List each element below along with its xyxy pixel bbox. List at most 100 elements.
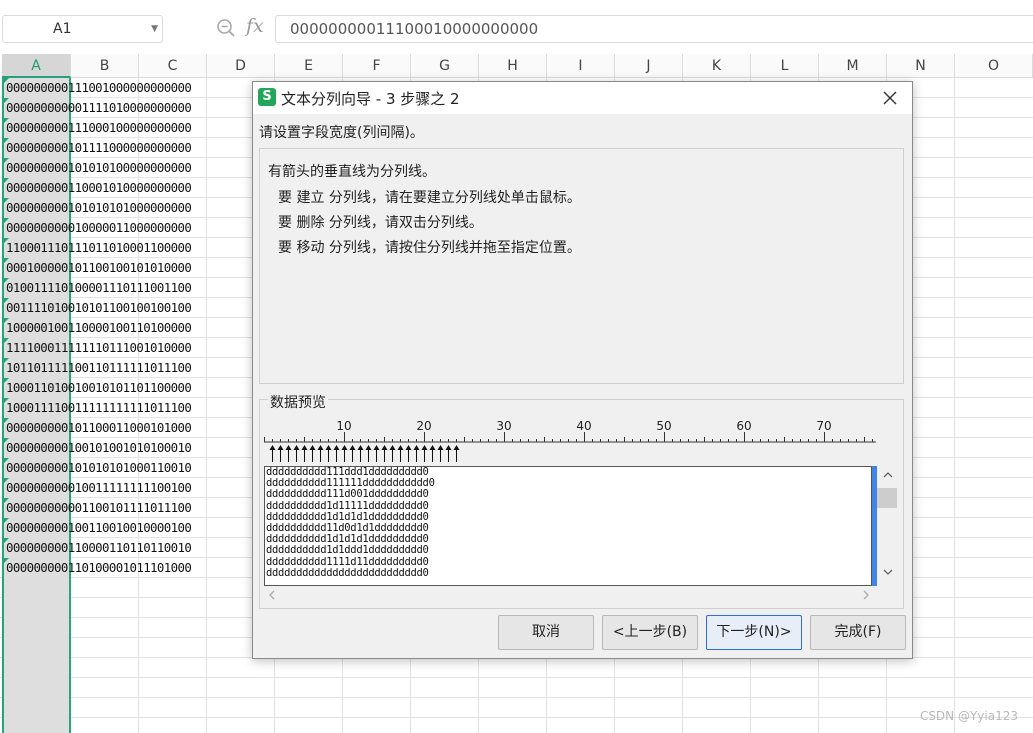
table-row[interactable]: 000000000111000100000000000 bbox=[2, 118, 212, 138]
table-row[interactable]: 000000000110001010000000000 bbox=[2, 178, 212, 198]
error-marker-icon bbox=[4, 498, 9, 503]
error-marker-icon bbox=[4, 298, 9, 303]
column-header-g[interactable]: G bbox=[411, 54, 479, 78]
info-line-3: 要 删除 分列线，请双击分列线。 bbox=[278, 215, 483, 231]
cell-value: 000000000100101001010100010 bbox=[6, 440, 192, 455]
column-header-i[interactable]: I bbox=[547, 54, 615, 78]
table-row[interactable]: 100011010010010101101100000 bbox=[2, 378, 212, 398]
table-row[interactable]: 000000000101010101000110010 bbox=[2, 458, 212, 478]
table-row[interactable]: 000000000110000110110110010 bbox=[2, 538, 212, 558]
cell-value: 100000100110000100110100000 bbox=[6, 320, 192, 335]
vertical-scroll-thumb[interactable] bbox=[877, 488, 897, 508]
table-row[interactable]: 000000000101010100000000000 bbox=[2, 158, 212, 178]
chevron-down-icon[interactable]: ▼ bbox=[151, 16, 158, 42]
text-to-columns-dialog: S 文本分列向导 - 3 步骤之 2 请设置字段宽度(列间隔)。 有箭头的垂直线… bbox=[252, 81, 913, 659]
column-header-b[interactable]: B bbox=[71, 54, 139, 78]
close-icon[interactable] bbox=[878, 86, 902, 110]
table-row[interactable]: 000000000001100101111011100 bbox=[2, 498, 212, 518]
error-marker-icon bbox=[4, 198, 9, 203]
cell-value: 000000000110000110110110010 bbox=[6, 540, 192, 555]
split-arrow-icon bbox=[397, 445, 404, 450]
dialog-title: 文本分列向导 - 3 步骤之 2 bbox=[281, 90, 460, 108]
table-row[interactable]: 000000000100110010010000100 bbox=[2, 518, 212, 538]
error-marker-icon bbox=[4, 98, 9, 103]
vertical-scrollbar[interactable] bbox=[877, 466, 901, 586]
column-header-o[interactable]: O bbox=[955, 54, 1033, 78]
back-button[interactable]: <上一步(B) bbox=[602, 615, 698, 650]
cell-value: 010011110100001110111001100 bbox=[6, 280, 192, 295]
column-header-l[interactable]: L bbox=[751, 54, 819, 78]
table-row[interactable]: 101101111100110111111011100 bbox=[2, 358, 212, 378]
next-button[interactable]: 下一步(N)> bbox=[706, 615, 802, 650]
preview-line: dddddddddd111d001ddddddddd0 bbox=[266, 488, 429, 501]
error-marker-icon bbox=[4, 118, 9, 123]
table-row[interactable]: 100011110011111111111011100 bbox=[2, 398, 212, 418]
preview-data-box[interactable]: dddddddddd111ddd1ddddddddd0 dddddddddd111… bbox=[264, 466, 872, 586]
column-header-j[interactable]: J bbox=[615, 54, 683, 78]
cancel-button[interactable]: 取消 bbox=[498, 615, 594, 650]
table-row[interactable]: 000000000010000011000000000 bbox=[2, 218, 212, 238]
table-row[interactable]: 010011110100001110111001100 bbox=[2, 278, 212, 298]
column-header-f[interactable]: F bbox=[343, 54, 411, 78]
error-marker-icon bbox=[4, 278, 9, 283]
split-arrow-icon bbox=[381, 445, 388, 450]
preview-label: 数据预览 bbox=[268, 392, 328, 412]
ruler-label: 20 bbox=[416, 419, 431, 433]
name-box[interactable]: A1 ▼ bbox=[2, 15, 163, 43]
split-arrow-icon bbox=[429, 445, 436, 450]
table-row[interactable]: 000000000111001000000000000 bbox=[2, 78, 212, 98]
horizontal-scrollbar[interactable] bbox=[264, 586, 876, 604]
table-row[interactable]: 000000000010011111111100100 bbox=[2, 478, 212, 498]
column-header-c[interactable]: C bbox=[139, 54, 207, 78]
chevron-up-icon bbox=[883, 472, 893, 478]
table-row[interactable]: 111100011111110111001010000 bbox=[2, 338, 212, 358]
cell-value: 000000000111000100000000000 bbox=[6, 120, 192, 135]
table-row[interactable]: 100000100110000100110100000 bbox=[2, 318, 212, 338]
split-arrow-icon bbox=[341, 445, 348, 450]
table-row[interactable]: 000000000110100001011101000 bbox=[2, 558, 212, 578]
split-arrow-icon bbox=[293, 445, 300, 450]
column-header-e[interactable]: E bbox=[275, 54, 343, 78]
error-marker-icon bbox=[4, 438, 9, 443]
table-row[interactable]: 000000000101100011000101000 bbox=[2, 418, 212, 438]
cell-value: 000000000101010101000000000 bbox=[6, 200, 192, 215]
table-row[interactable]: 110001110111011010001100000 bbox=[2, 238, 212, 258]
table-row[interactable]: 001111010010101100100100100 bbox=[2, 298, 212, 318]
chevron-right-icon bbox=[863, 590, 869, 600]
column-header-a[interactable]: A bbox=[2, 54, 71, 78]
fx-icon[interactable]: fx bbox=[246, 15, 264, 37]
split-arrow-icon bbox=[453, 445, 460, 450]
error-marker-icon bbox=[4, 558, 9, 563]
split-arrow-icon bbox=[421, 445, 428, 450]
finish-button[interactable]: 完成(F) bbox=[810, 615, 906, 650]
split-arrow-icon bbox=[349, 445, 356, 450]
cell-value: 000000000110100001011101000 bbox=[6, 560, 192, 575]
zoom-icon[interactable] bbox=[216, 18, 236, 38]
column-header-k[interactable]: K bbox=[683, 54, 751, 78]
column-ruler[interactable]: 10 20 30 40 50 60 70 bbox=[264, 418, 876, 464]
table-row[interactable]: 000000000100101001010100010 bbox=[2, 438, 212, 458]
formula-input[interactable]: 00000000011100010000000000 bbox=[275, 15, 1033, 43]
app-logo-icon: S bbox=[258, 88, 276, 106]
split-arrow-icon bbox=[317, 445, 324, 450]
ruler-label: 50 bbox=[656, 419, 671, 433]
error-marker-icon bbox=[4, 158, 9, 163]
column-header-n[interactable]: N bbox=[887, 54, 955, 78]
table-row[interactable]: 000000000101010101000000000 bbox=[2, 198, 212, 218]
cell-value: 000000000111001000000000000 bbox=[6, 80, 192, 95]
preview-lines: dddddddddd111ddd1ddddddddd0 dddddddddd111… bbox=[265, 467, 871, 579]
cell-value: 000000000110001010000000000 bbox=[6, 180, 192, 195]
table-row[interactable]: 000000000001111010000000000 bbox=[2, 98, 212, 118]
cell-value: 000000000101010100000000000 bbox=[6, 160, 192, 175]
watermark: CSDN @Yyia123 bbox=[919, 709, 1018, 723]
table-row[interactable]: 000100000101100100101010000 bbox=[2, 258, 212, 278]
cell-value: 000000000101010101000110010 bbox=[6, 460, 192, 475]
split-arrow-icon bbox=[365, 445, 372, 450]
column-header-d[interactable]: D bbox=[207, 54, 275, 78]
error-marker-icon bbox=[4, 258, 9, 263]
table-row[interactable]: 000000000101111000000000000 bbox=[2, 138, 212, 158]
split-arrow-icon bbox=[357, 445, 364, 450]
column-header-h[interactable]: H bbox=[479, 54, 547, 78]
column-header-m[interactable]: M bbox=[819, 54, 887, 78]
dialog-instruction: 请设置字段宽度(列间隔)。 bbox=[259, 125, 424, 141]
